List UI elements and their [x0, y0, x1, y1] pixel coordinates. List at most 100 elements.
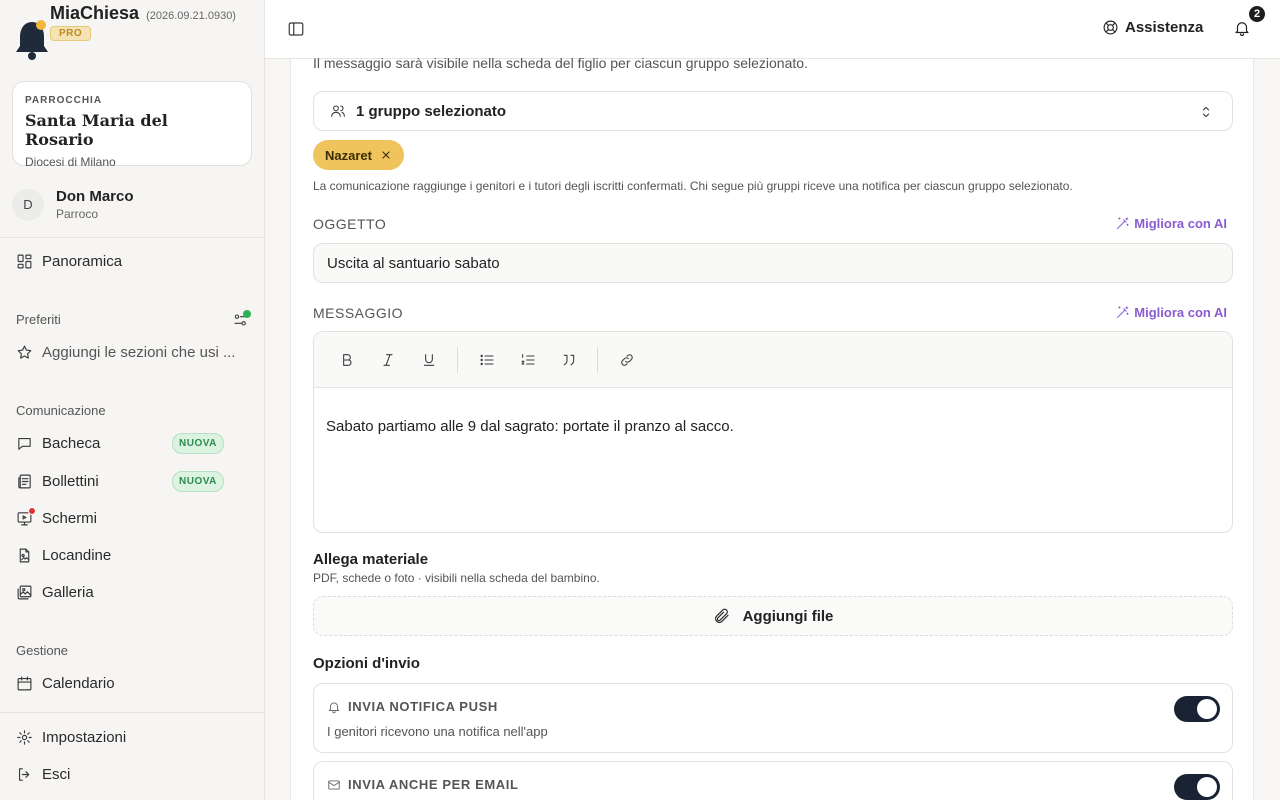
parish-diocese: Diocesi di Milano [25, 155, 116, 169]
logout-icon [18, 768, 30, 781]
file-image-icon [19, 548, 30, 563]
notifications-button[interactable] [1233, 19, 1251, 37]
underline-icon [423, 353, 435, 366]
sidebar-item-settings[interactable]: Impostazioni [16, 729, 126, 746]
link-button[interactable] [610, 343, 644, 377]
star-icon [17, 345, 32, 359]
layout-grid-icon [17, 254, 32, 269]
message-square-icon [18, 437, 31, 450]
group-help-text: La comunicazione raggiunge i genitori e … [313, 179, 1073, 193]
users-icon [331, 105, 345, 117]
selected-group-chip[interactable]: Nazaret [313, 140, 404, 170]
ai-button-label: Migliora con AI [1134, 216, 1227, 231]
sidebar-item-calendar[interactable]: Calendario [16, 675, 115, 692]
close-icon[interactable] [380, 149, 392, 161]
favorites-status-dot [243, 310, 251, 318]
sidebar-item-locandine[interactable]: Locandine [16, 547, 111, 564]
help-button[interactable]: Assistenza [1102, 19, 1203, 36]
bell-icon [328, 701, 340, 713]
magic-wand-icon [1117, 306, 1129, 318]
bell-icon [1235, 22, 1249, 37]
app-title: MiaChiesa (2026.09.21.0930) [50, 3, 236, 23]
new-badge: NUOVA [172, 433, 224, 454]
list-icon [480, 354, 494, 365]
bell-logo-icon [16, 20, 48, 60]
add-file-button[interactable]: Aggiungi file [313, 596, 1233, 636]
sidebar-item-label: Esci [42, 766, 71, 783]
group-select[interactable]: 1 gruppo selezionato [313, 91, 1233, 131]
gear-icon [17, 730, 32, 745]
images-icon [17, 585, 32, 600]
sidebar-item-logout[interactable]: Esci [16, 766, 70, 783]
new-badge: NUOVA [172, 471, 224, 492]
sidebar-item-label: Schermi [42, 510, 98, 527]
message-form-panel: Il messaggio sarà visibile nella scheda … [290, 55, 1254, 800]
calendar-icon [17, 676, 32, 691]
sidebar: MiaChiesa (2026.09.21.0930) PRO PARROCCH… [0, 0, 265, 800]
user-role: Parroco [56, 207, 99, 221]
option-title: INVIA ANCHE PER EMAIL [327, 777, 519, 792]
option-title-label: INVIA NOTIFICA PUSH [348, 699, 498, 714]
list-ordered-icon [521, 353, 535, 365]
sidebar-item-bollettini[interactable]: Bollettini [16, 473, 99, 490]
sidebar-item-label: Panoramica [42, 253, 123, 270]
group-select-value: 1 gruppo selezionato [356, 102, 507, 120]
parish-name: Santa Maria del Rosario [25, 111, 168, 149]
brand[interactable] [14, 18, 50, 62]
option-title-label: INVIA ANCHE PER EMAIL [348, 777, 519, 792]
magic-wand-icon [1117, 217, 1129, 229]
avatar: D [12, 188, 44, 221]
divider [0, 712, 265, 713]
toolbar-divider [597, 346, 598, 373]
bold-icon [343, 353, 352, 366]
bullet-list-button[interactable] [470, 343, 504, 377]
quote-button[interactable] [552, 343, 586, 377]
sidebar-item-galleria[interactable]: Galleria [16, 584, 94, 601]
send-options-title: Opzioni d'invio [313, 655, 420, 672]
sidebar-toggle-button[interactable] [287, 20, 305, 38]
user-profile[interactable]: D Don Marco Parroco [12, 188, 134, 221]
improve-subject-ai-button[interactable]: Migliora con AI [1115, 216, 1227, 231]
italic-button[interactable] [371, 343, 405, 377]
favorites-add-hint[interactable]: Aggiungi le sezioni che usi ... [16, 344, 235, 361]
editor-toolbar [314, 332, 1232, 388]
bold-button[interactable] [330, 343, 364, 377]
improve-message-ai-button[interactable]: Migliora con AI [1115, 305, 1227, 320]
section-favorites: Preferiti [16, 312, 61, 327]
sidebar-item-overview[interactable]: Panoramica [16, 253, 122, 270]
chip-label: Nazaret [325, 147, 372, 163]
sidebar-item-label: Bollettini [42, 473, 99, 490]
section-management: Gestione [16, 643, 69, 658]
push-notification-toggle[interactable] [1174, 696, 1220, 722]
message-editor: Sabato partiamo alle 9 dal sagrato: port… [313, 331, 1233, 533]
sidebar-item-label: Galleria [42, 584, 94, 601]
sidebar-item-label: Calendario [42, 675, 115, 692]
email-toggle[interactable] [1174, 774, 1220, 800]
message-body[interactable]: Sabato partiamo alle 9 dal sagrato: port… [314, 388, 1232, 465]
underline-button[interactable] [412, 343, 446, 377]
toolbar-divider [457, 346, 458, 373]
quote-icon [563, 354, 575, 365]
topbar: Assistenza 2 [265, 0, 1280, 59]
lifebuoy-icon [1103, 20, 1118, 35]
plan-badge: PRO [50, 26, 92, 41]
section-communication: Comunicazione [16, 403, 106, 418]
parish-card[interactable]: PARROCCHIA Santa Maria del Rosario Dioce… [12, 81, 252, 169]
newspaper-icon [18, 474, 31, 489]
option-description: I genitori ricevono una notifica nell'ap… [327, 724, 548, 739]
group-visibility-note: Il messaggio sarà visibile nella scheda … [313, 55, 808, 71]
add-file-label: Aggiungi file [742, 607, 834, 625]
italic-icon [383, 353, 393, 366]
push-notification-option: INVIA NOTIFICA PUSH I genitori ricevono … [313, 683, 1233, 753]
attach-title: Allega materiale [313, 551, 429, 568]
sidebar-item-label: Impostazioni [42, 729, 127, 746]
link-icon [621, 353, 633, 366]
sidebar-item-label: Locandine [42, 547, 112, 564]
chevrons-up-down-icon [1202, 106, 1210, 118]
sidebar-item-bacheca[interactable]: Bacheca [16, 435, 100, 452]
ordered-list-button[interactable] [511, 343, 545, 377]
divider [0, 237, 265, 238]
subject-input[interactable]: Uscita al santuario sabato [313, 243, 1233, 283]
alert-dot [28, 507, 36, 515]
paperclip-icon [714, 608, 729, 623]
